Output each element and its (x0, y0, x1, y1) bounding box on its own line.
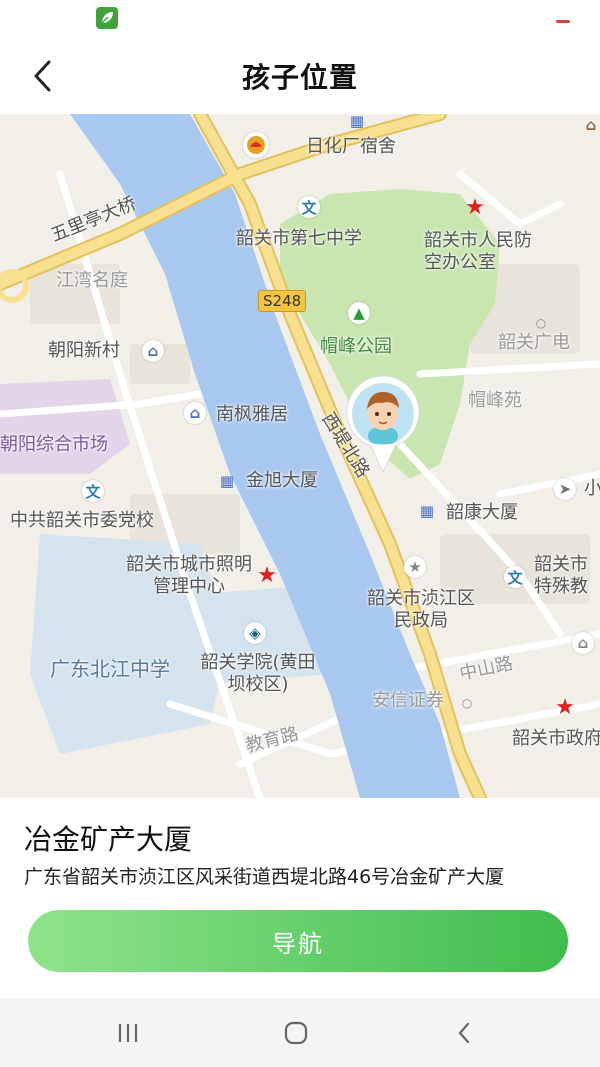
map-label: 韶关广电 (498, 332, 570, 353)
place-address: 广东省韶关市浈江区风采街道西堤北路46号冶金矿产大厦 (24, 866, 505, 888)
navigate-button[interactable]: 导航 (28, 910, 568, 972)
building-icon[interactable]: ▦ (346, 114, 368, 132)
child-avatar-icon (346, 375, 420, 474)
system-nav-bar (0, 998, 600, 1067)
map-label: 韶关市第七中学 (236, 228, 362, 249)
app-leaf-icon (96, 7, 118, 29)
map-label: 金旭大厦 (246, 470, 318, 491)
office-building-icon[interactable]: ▦ (216, 470, 238, 492)
map-label: 韶关学院(黄田坝校区) (200, 652, 316, 695)
child-location-marker[interactable] (344, 375, 422, 474)
map-label: 中共韶关市委党校 (10, 510, 154, 531)
map-label: 韶康大厦 (446, 502, 518, 523)
map-label: 安信证券 (372, 690, 444, 711)
government-star-icon[interactable]: ★ (464, 195, 486, 220)
house-icon-2[interactable]: ⌂ (572, 632, 594, 654)
point-icon[interactable]: ○ (530, 312, 552, 334)
map-label: 江湾名庭 (56, 270, 128, 291)
home-circle-icon (284, 1021, 308, 1045)
gray-star-icon[interactable]: ★ (404, 556, 426, 578)
school-icon-2[interactable]: 文 (82, 480, 104, 502)
header: 孩子位置 (0, 40, 600, 114)
home-button[interactable] (276, 1016, 316, 1050)
school-icon-3[interactable]: 文 (504, 566, 526, 588)
government-star-icon-3[interactable]: ★ (554, 695, 576, 720)
map-label: 韶关市特殊教 (534, 554, 588, 597)
map-label: 帽峰苑 (468, 390, 522, 411)
status-bar (0, 0, 600, 40)
map-label: 日化厂宿舍 (306, 136, 396, 157)
location-card: 冶金矿产大厦 广东省韶关市浈江区风采街道西堤北路46号冶金矿产大厦 导航 (0, 798, 600, 998)
road-badge: S248 (258, 290, 307, 312)
system-back-button[interactable] (444, 1016, 484, 1050)
map-label: 朝阳综合市场 (0, 434, 108, 455)
school-icon[interactable]: 文 (298, 196, 320, 218)
recents-icon (118, 1024, 138, 1042)
back-arrow-icon (458, 1022, 470, 1044)
shop-tag-icon[interactable]: ➤ (554, 478, 576, 500)
university-icon[interactable]: ◈ (244, 622, 266, 644)
map-view[interactable]: ▦ ⌂ 文 ★ ▲ ○ ⌂ ⌂ 文 ▦ ▦ ➤ ★ ★ 文 ◈ ⌂ ★ ○ S2… (0, 114, 600, 798)
map-label: 广东北江中学 (50, 657, 170, 681)
map-label: 韶关市浈江区民政局 (367, 588, 475, 631)
residence-icon[interactable]: ⌂ (142, 340, 164, 362)
map-label: 南枫雅居 (216, 404, 288, 425)
map-label: 韶关市人民防空办公室 (424, 230, 532, 273)
house-icon[interactable]: ⌂ (580, 114, 600, 136)
map-label: 帽峰公园 (320, 336, 392, 357)
page-title: 孩子位置 (241, 61, 358, 94)
government-star-icon-2[interactable]: ★ (256, 563, 278, 588)
place-name: 冶金矿产大厦 (24, 823, 193, 856)
residence-icon-2[interactable]: ⌂ (184, 402, 206, 424)
map-label: 朝阳新村 (48, 340, 120, 361)
map-label: 韶关市政府 (512, 728, 600, 749)
office-building-icon-2[interactable]: ▦ (416, 500, 438, 522)
point-icon-2[interactable]: ○ (456, 692, 478, 714)
park-tree-icon[interactable]: ▲ (348, 302, 370, 324)
map-label: 韶关市城市照明管理中心 (126, 554, 252, 597)
gas-station-icon[interactable] (243, 132, 269, 158)
map-label: 小 (584, 478, 600, 499)
recents-button[interactable] (108, 1016, 148, 1050)
minus-icon (556, 20, 570, 23)
